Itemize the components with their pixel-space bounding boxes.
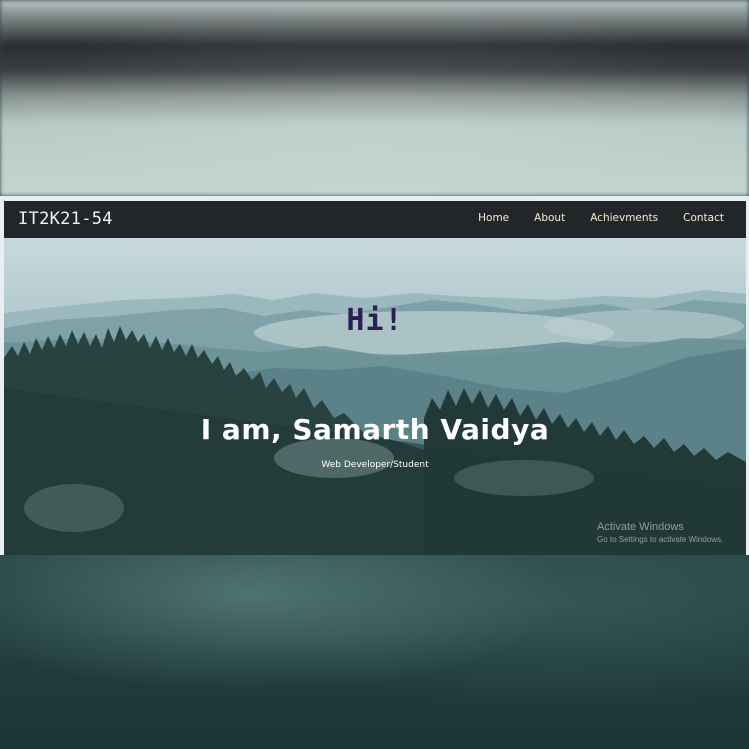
- site-brand[interactable]: IT2K21-54: [18, 209, 113, 229]
- screenshot-frame: IT2K21-54 Home About Achievments Contact: [0, 196, 749, 555]
- navbar: IT2K21-54 Home About Achievments Contact: [4, 201, 746, 238]
- nav-link-home[interactable]: Home: [478, 212, 509, 224]
- activate-windows-watermark: Activate Windows Go to Settings to activ…: [597, 521, 723, 544]
- hero-section: Hi! I am, Samarth Vaidya Web Developer/S…: [4, 238, 746, 555]
- nav-links: Home About Achievments Contact: [478, 212, 724, 224]
- nav-link-about[interactable]: About: [534, 212, 565, 224]
- watermark-subtitle: Go to Settings to activate Windows.: [597, 535, 724, 544]
- watermark-title: Activate Windows: [597, 521, 684, 533]
- blurred-background-bottom: [0, 555, 749, 749]
- name-heading: I am, Samarth Vaidya: [200, 413, 550, 446]
- portfolio-website: IT2K21-54 Home About Achievments Contact: [4, 201, 746, 555]
- role-subtitle: Web Developer/Student: [321, 460, 429, 470]
- blurred-background-top: [0, 0, 749, 196]
- nav-link-achievements[interactable]: Achievments: [590, 212, 658, 224]
- greeting-heading: Hi!: [346, 303, 404, 338]
- nav-link-contact[interactable]: Contact: [683, 212, 724, 224]
- mountain-forest-background-image: [4, 290, 746, 555]
